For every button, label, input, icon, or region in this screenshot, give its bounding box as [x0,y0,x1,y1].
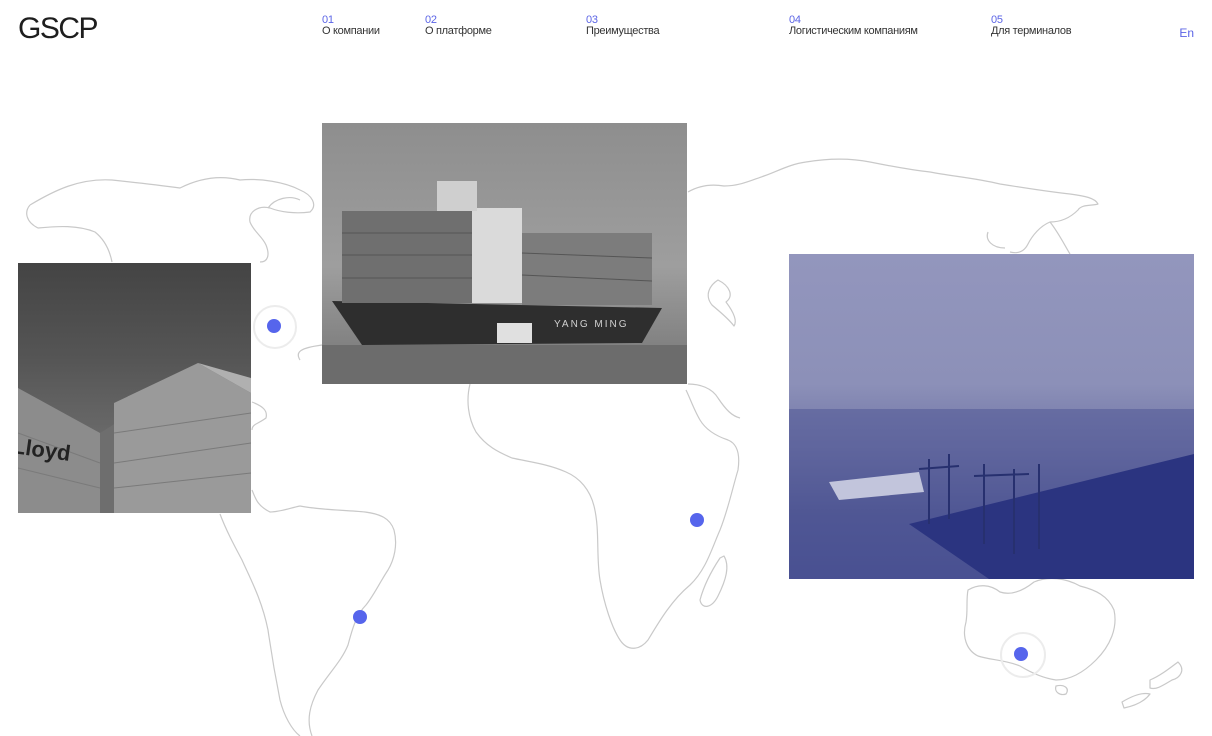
asia-outline [805,158,1099,254]
new-zealand-outline [1149,661,1183,690]
central-america-outline [251,489,301,513]
greenland-outline [267,197,301,209]
kamchatka-outline [1049,221,1071,255]
asia-outline [986,231,1006,249]
tasmania-outline [1055,684,1068,696]
location-marker-dot[interactable] [353,610,367,624]
port-cranes-illustration [789,409,1194,579]
container-ship-illustration [322,181,687,384]
location-marker-dot[interactable] [690,513,704,527]
south-america-outline [219,513,301,736]
location-marker-dot[interactable] [1014,647,1028,661]
containers-photo: Lloyd [18,263,251,513]
europe-africa-outline [297,344,323,361]
north-america-outline [26,204,113,263]
stacked-containers-illustration [18,363,251,513]
europe-outline [687,161,807,193]
container-ship-photo: YANG MING [322,123,687,384]
port-terminal-photo [789,254,1194,579]
madagascar-outline [699,555,728,607]
scandinavia-outline [707,279,736,327]
north-america-outline [29,177,315,263]
new-zealand-outline [1121,692,1151,709]
north-america-outline [251,401,267,431]
ship-brand-text: YANG MING [554,319,629,330]
south-america-outline [299,505,397,736]
location-marker-dot[interactable] [267,319,281,333]
